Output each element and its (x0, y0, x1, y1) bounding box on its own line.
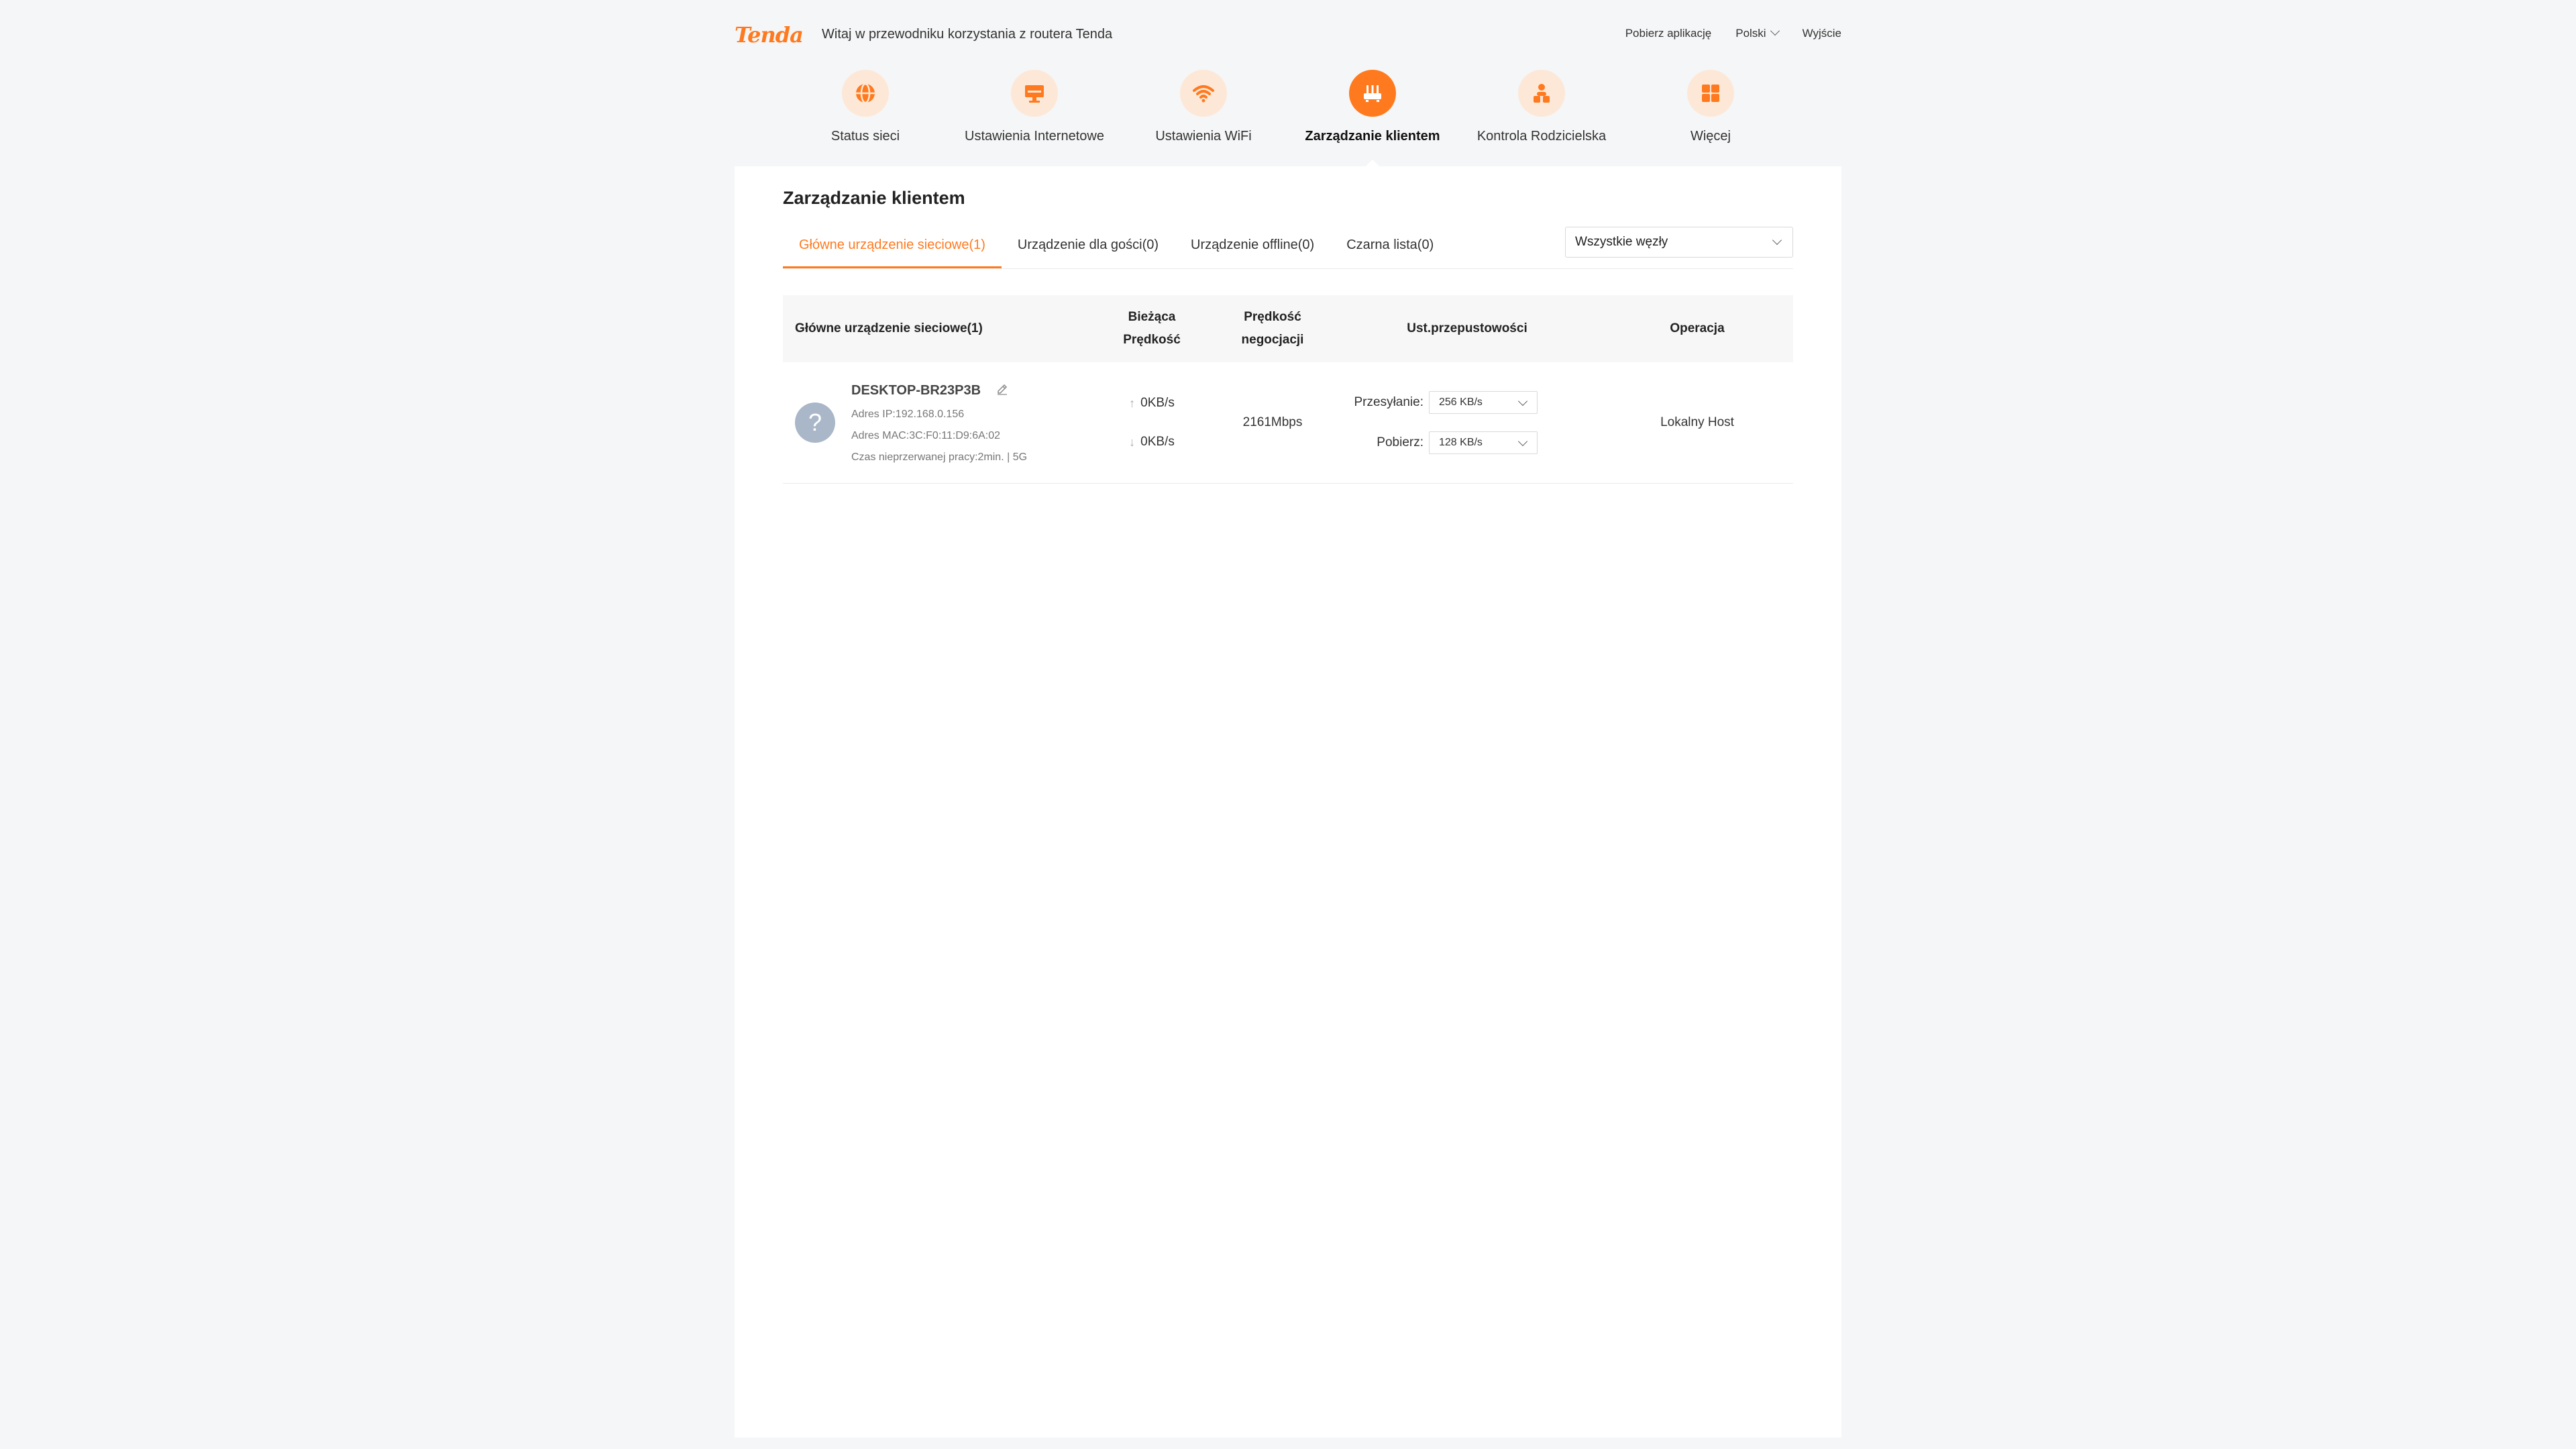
nav-status-sieci[interactable]: Status sieci (781, 67, 950, 168)
bandwidth-cell: Przesyłanie: 256 KB/s Pobierz: 128 KB/s (1333, 382, 1601, 463)
device-ip: Adres IP:192.168.0.156 (851, 409, 965, 420)
content-panel: Zarządzanie klientem Główne urządzenie s… (735, 166, 1841, 1438)
router-admin-app: Tenda Witaj w przewodniku korzystania z … (735, 0, 1841, 1438)
parental-icon (1518, 70, 1565, 117)
language-select[interactable]: Polski (1735, 25, 1780, 40)
tab-guest-devices[interactable]: Urządzenie dla gości(0) (1002, 228, 1175, 268)
header-device: Główne urządzenie sieciowe(1) (795, 321, 983, 335)
top-links: Pobierz aplikację Polski Wyjście (1625, 25, 1841, 40)
device-mac: Adres MAC:3C:F0:11:D9:6A:02 (851, 430, 1001, 441)
device-table: Główne urządzenie sieciowe(1) Bieżąca Pr… (783, 295, 1793, 484)
unknown-device-icon: ? (795, 402, 835, 443)
chevron-down-icon (1517, 396, 1528, 407)
negotiated-speed: 2161Mbps (1242, 415, 1303, 429)
monitor-icon (1011, 70, 1058, 117)
logout-link[interactable]: Wyjście (1803, 27, 1841, 40)
nav-label: Ustawienia WiFi (1155, 129, 1252, 144)
tab-blacklist[interactable]: Czarna lista(0) (1330, 228, 1450, 268)
header-negotiated-line2: negocjacji (1241, 333, 1304, 347)
tab-offline-devices[interactable]: Urządzenie offline(0) (1175, 228, 1330, 268)
page-title: Zarządzanie klientem (783, 188, 965, 208)
chevron-down-icon (1517, 436, 1528, 447)
nav-ustawienia-internetowe[interactable]: Ustawienia Internetowe (950, 67, 1119, 168)
nav-label: Zarządzanie klientem (1305, 129, 1440, 144)
nav-label: Ustawienia Internetowe (965, 129, 1104, 144)
table-row: ? DESKTOP-BR23P3B Adres IP:192.168.0.156… (783, 362, 1793, 484)
device-details: DESKTOP-BR23P3B Adres IP:192.168.0.156 A… (851, 382, 1027, 464)
wifi-icon (1180, 70, 1227, 117)
device-cell: ? DESKTOP-BR23P3B Adres IP:192.168.0.156… (783, 382, 1091, 464)
node-filter-value: Wszystkie węzły (1575, 235, 1668, 249)
download-app-link[interactable]: Pobierz aplikację (1625, 27, 1712, 40)
header-current-speed-line1: Bieżąca (1128, 310, 1176, 324)
nav-label: Status sieci (830, 129, 900, 144)
tab-main-devices[interactable]: Główne urządzenie sieciowe(1) (783, 228, 1002, 268)
upload-speed-value: 0KB/s (1140, 396, 1175, 410)
download-speed: ↓ 0KB/s (1091, 423, 1212, 462)
device-info: ? DESKTOP-BR23P3B Adres IP:192.168.0.156… (795, 382, 1091, 464)
header-negotiated-speed: Prędkość negocjacji (1212, 306, 1333, 352)
nav-wiecej[interactable]: Więcej (1626, 67, 1795, 168)
chevron-down-icon (1772, 235, 1782, 246)
download-limit-line: Pobierz: 128 KB/s (1333, 423, 1601, 463)
download-speed-value: 0KB/s (1140, 435, 1175, 449)
arrow-up-icon: ↑ (1129, 396, 1136, 410)
welcome-text: Witaj w przewodniku korzystania z router… (822, 27, 1113, 42)
upload-limit-label: Przesyłanie: (1354, 395, 1424, 409)
current-speed-cell: ↑ 0KB/s ↓ 0KB/s (1091, 384, 1212, 462)
device-uptime: Czas nieprzerwanej pracy:2min. | 5G (851, 451, 1028, 463)
header-current-speed: Bieżąca Prędkość (1091, 306, 1212, 352)
upload-speed: ↑ 0KB/s (1091, 384, 1212, 423)
upload-limit-line: Przesyłanie: 256 KB/s (1333, 382, 1601, 423)
arrow-down-icon: ↓ (1129, 435, 1136, 449)
header-negotiated-line1: Prędkość (1244, 310, 1301, 324)
device-name: DESKTOP-BR23P3B (851, 382, 981, 398)
nav-ustawienia-wifi[interactable]: Ustawienia WiFi (1119, 67, 1288, 168)
edit-pencil-icon[interactable] (996, 382, 1009, 399)
nav-kontrola-rodzicielska[interactable]: Kontrola Rodzicielska (1457, 67, 1626, 168)
language-label: Polski (1735, 27, 1766, 40)
globe-icon (842, 70, 889, 117)
nav-label: Więcej (1690, 129, 1731, 144)
chevron-down-icon (1770, 25, 1780, 36)
router-icon (1349, 70, 1396, 117)
main-nav: Status sieci Ustawienia Internetowe Usta… (735, 67, 1841, 169)
download-limit-label: Pobierz: (1377, 435, 1424, 449)
top-bar: Tenda Witaj w przewodniku korzystania z … (735, 0, 1841, 67)
upload-limit-select[interactable]: 256 KB/s (1429, 391, 1538, 414)
header-current-speed-line2: Prędkość (1123, 333, 1181, 347)
grid-icon (1687, 70, 1734, 117)
download-limit-value: 128 KB/s (1439, 437, 1483, 448)
nav-zarzadzanie-klientem[interactable]: Zarządzanie klientem (1288, 67, 1457, 169)
node-filter-select[interactable]: Wszystkie węzły (1565, 227, 1793, 258)
header-bandwidth: Ust.przepustowości (1407, 321, 1527, 335)
device-name-line: DESKTOP-BR23P3B (851, 382, 1027, 399)
table-header: Główne urządzenie sieciowe(1) Bieżąca Pr… (783, 295, 1793, 362)
download-limit-select[interactable]: 128 KB/s (1429, 431, 1538, 454)
operation-cell: Lokalny Host (1660, 415, 1734, 429)
upload-limit-value: 256 KB/s (1439, 396, 1483, 408)
tenda-logo: Tenda (735, 22, 804, 48)
header-operation: Operacja (1670, 321, 1725, 335)
nav-label: Kontrola Rodzicielska (1477, 129, 1607, 144)
